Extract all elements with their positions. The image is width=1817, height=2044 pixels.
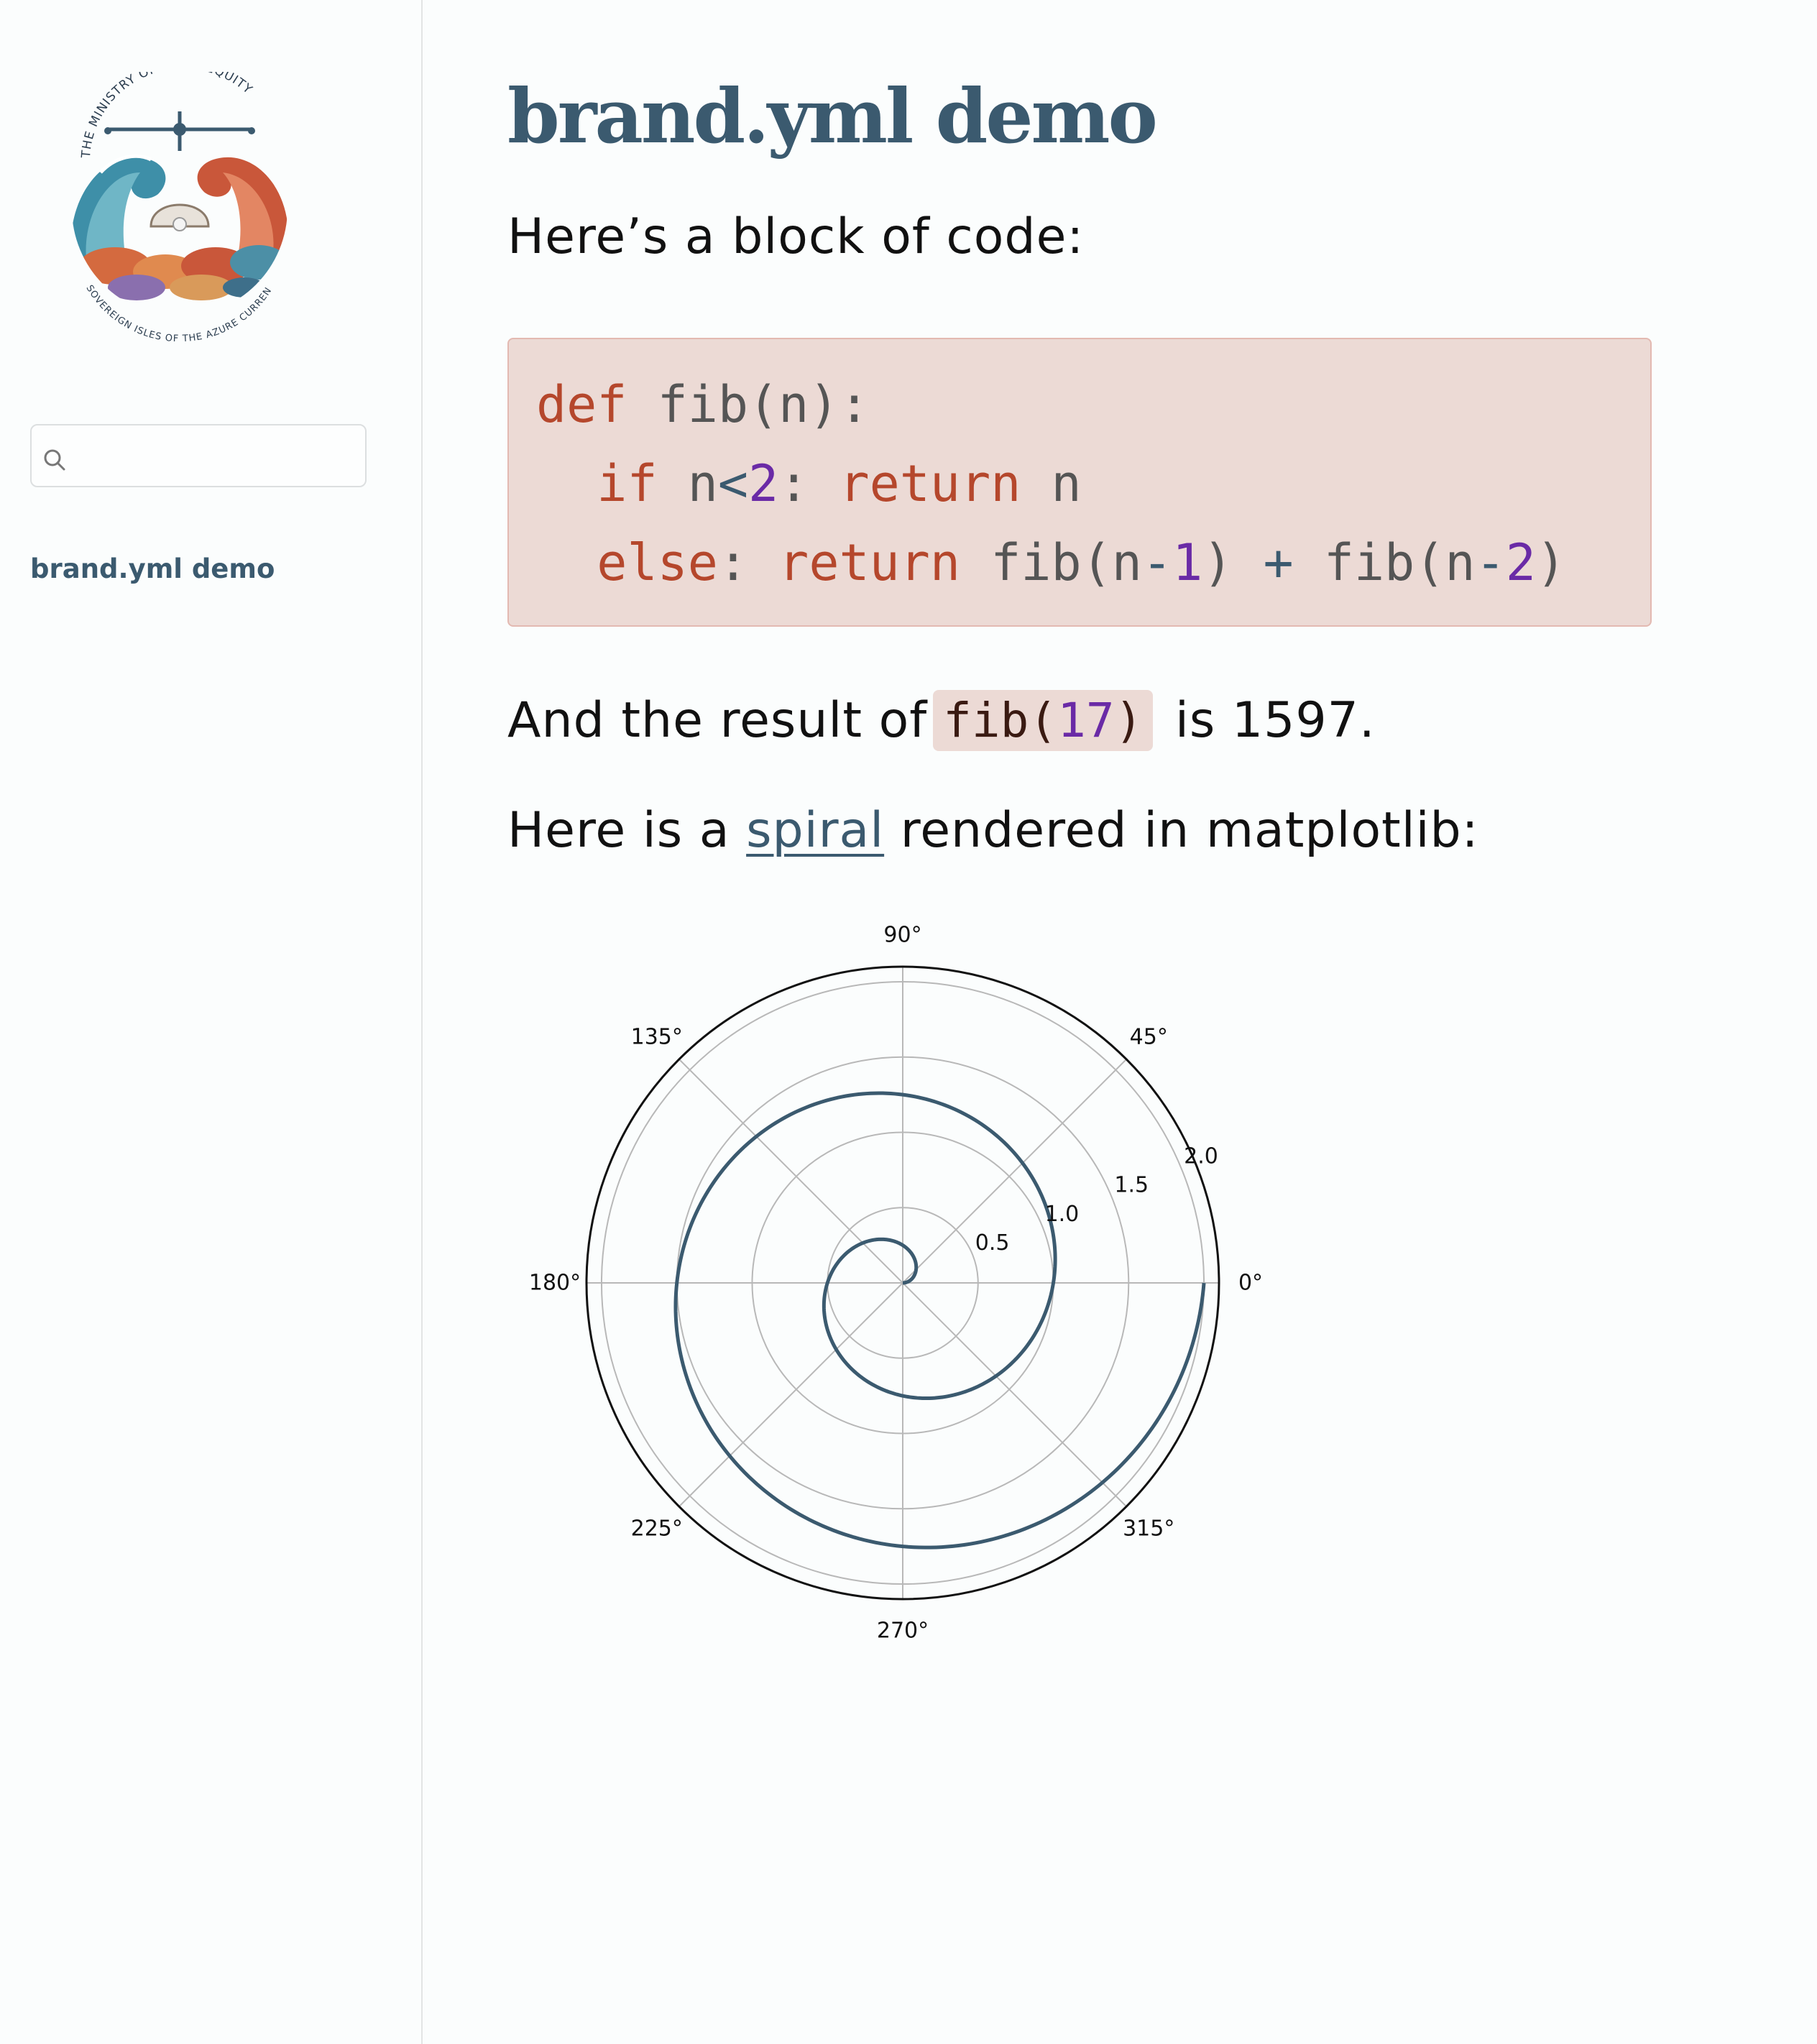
inline-code-num: 17 [1057,693,1115,748]
result-text-after: is 1597. [1159,692,1376,749]
r-tick-label: 1.0 [1045,1202,1080,1227]
code-token: fib(n [960,533,1142,592]
logo-top-text: THE MINISTRY OF TIDAL EQUITY [79,57,254,159]
spiral-sentence: Here is a spiral rendered in matplotlib: [507,802,1479,859]
r-tick-label: 1.5 [1114,1173,1149,1198]
inline-code-close: ) [1114,693,1144,748]
code-token: ) [1202,533,1264,592]
page-title: brand.yml demo [507,72,1158,160]
code-token: ) [1535,533,1567,592]
search-box[interactable] [30,424,367,487]
code-token: return [778,533,961,592]
spiral-sentence-before: Here is a [507,802,747,859]
r-tick-label: 2.0 [1184,1144,1218,1169]
result-text: And the result of fib(17) is 1597. [507,690,1376,751]
theta-tick-label: 45° [1130,1024,1168,1049]
polar-spiral-chart: 0° 45° 90° 135° 180° 225° 270° 315° 0.5 1.0 1.5 2.0 [507,891,1298,1675]
search-input[interactable] [78,433,361,480]
polar-grid-spoke [902,1282,1127,1507]
r-tick-label: 0.5 [975,1230,1010,1256]
code-line-2: if n<2: return n [536,454,1082,513]
spiral-link[interactable]: spiral [746,802,884,859]
ministry-logo[interactable]: THE MINISTRY OF TIDAL EQUITY SOVEREIGN I… [54,57,302,345]
code-line-1: def fib(n): [536,375,870,434]
result-text-before: And the result of [507,692,928,749]
code-token: : [717,533,779,592]
code-token: - [1475,533,1506,592]
code-block[interactable]: def fib(n): if n<2: return n else: retur… [507,338,1652,627]
sidebar: THE MINISTRY OF TIDAL EQUITY SOVEREIGN I… [0,0,423,2044]
code-line-3: else: return fib(n-1) + fib(n-2) [536,533,1566,592]
code-token: fib(n): [627,375,870,434]
inline-code-fn: fib( [943,693,1058,748]
svg-text:THE MINISTRY OF TIDAL EQUITY: THE MINISTRY OF TIDAL EQUITY [79,72,255,160]
code-token: if [597,454,658,513]
theta-tick-label: 225° [631,1516,683,1542]
code-token: fib(n [1293,533,1476,592]
code-token: 2 [748,454,779,513]
code-token: def [536,375,627,434]
polar-grid-spoke [678,1282,903,1507]
sidebar-item-brand-yml-demo[interactable]: brand.yml demo [30,553,275,584]
logo-emblem: THE MINISTRY OF TIDAL EQUITY SOVEREIGN I… [54,57,288,344]
theta-tick-label: 315° [1123,1516,1174,1542]
theta-tick-label: 90° [883,923,921,948]
code-token: < [717,454,749,513]
code-token: 1 [1172,533,1203,592]
theta-tick-label: 135° [631,1024,683,1049]
polar-plot: 0° 45° 90° 135° 180° 225° 270° 315° 0.5 1.0 1.5 2.0 [529,923,1263,1644]
code-token: return [839,454,1021,513]
theta-tick-label: 180° [529,1271,581,1296]
code-token: 2 [1505,533,1536,592]
search-icon [44,449,65,471]
intro-text: Here’s a block of code: [507,208,1085,265]
theta-tick-label: 0° [1238,1271,1263,1296]
spiral-sentence-after: rendered in matplotlib: [884,802,1479,859]
code-token: n [657,454,718,513]
theta-tick-label: 270° [877,1619,929,1644]
polar-grid-spoke [902,1059,1127,1284]
inline-code-fib: fib(17) [933,690,1154,751]
code-token: : [778,454,840,513]
code-token: n [1021,454,1082,513]
code-token: else [597,533,718,592]
code-token: + [1263,533,1294,592]
code-token: - [1141,533,1173,592]
